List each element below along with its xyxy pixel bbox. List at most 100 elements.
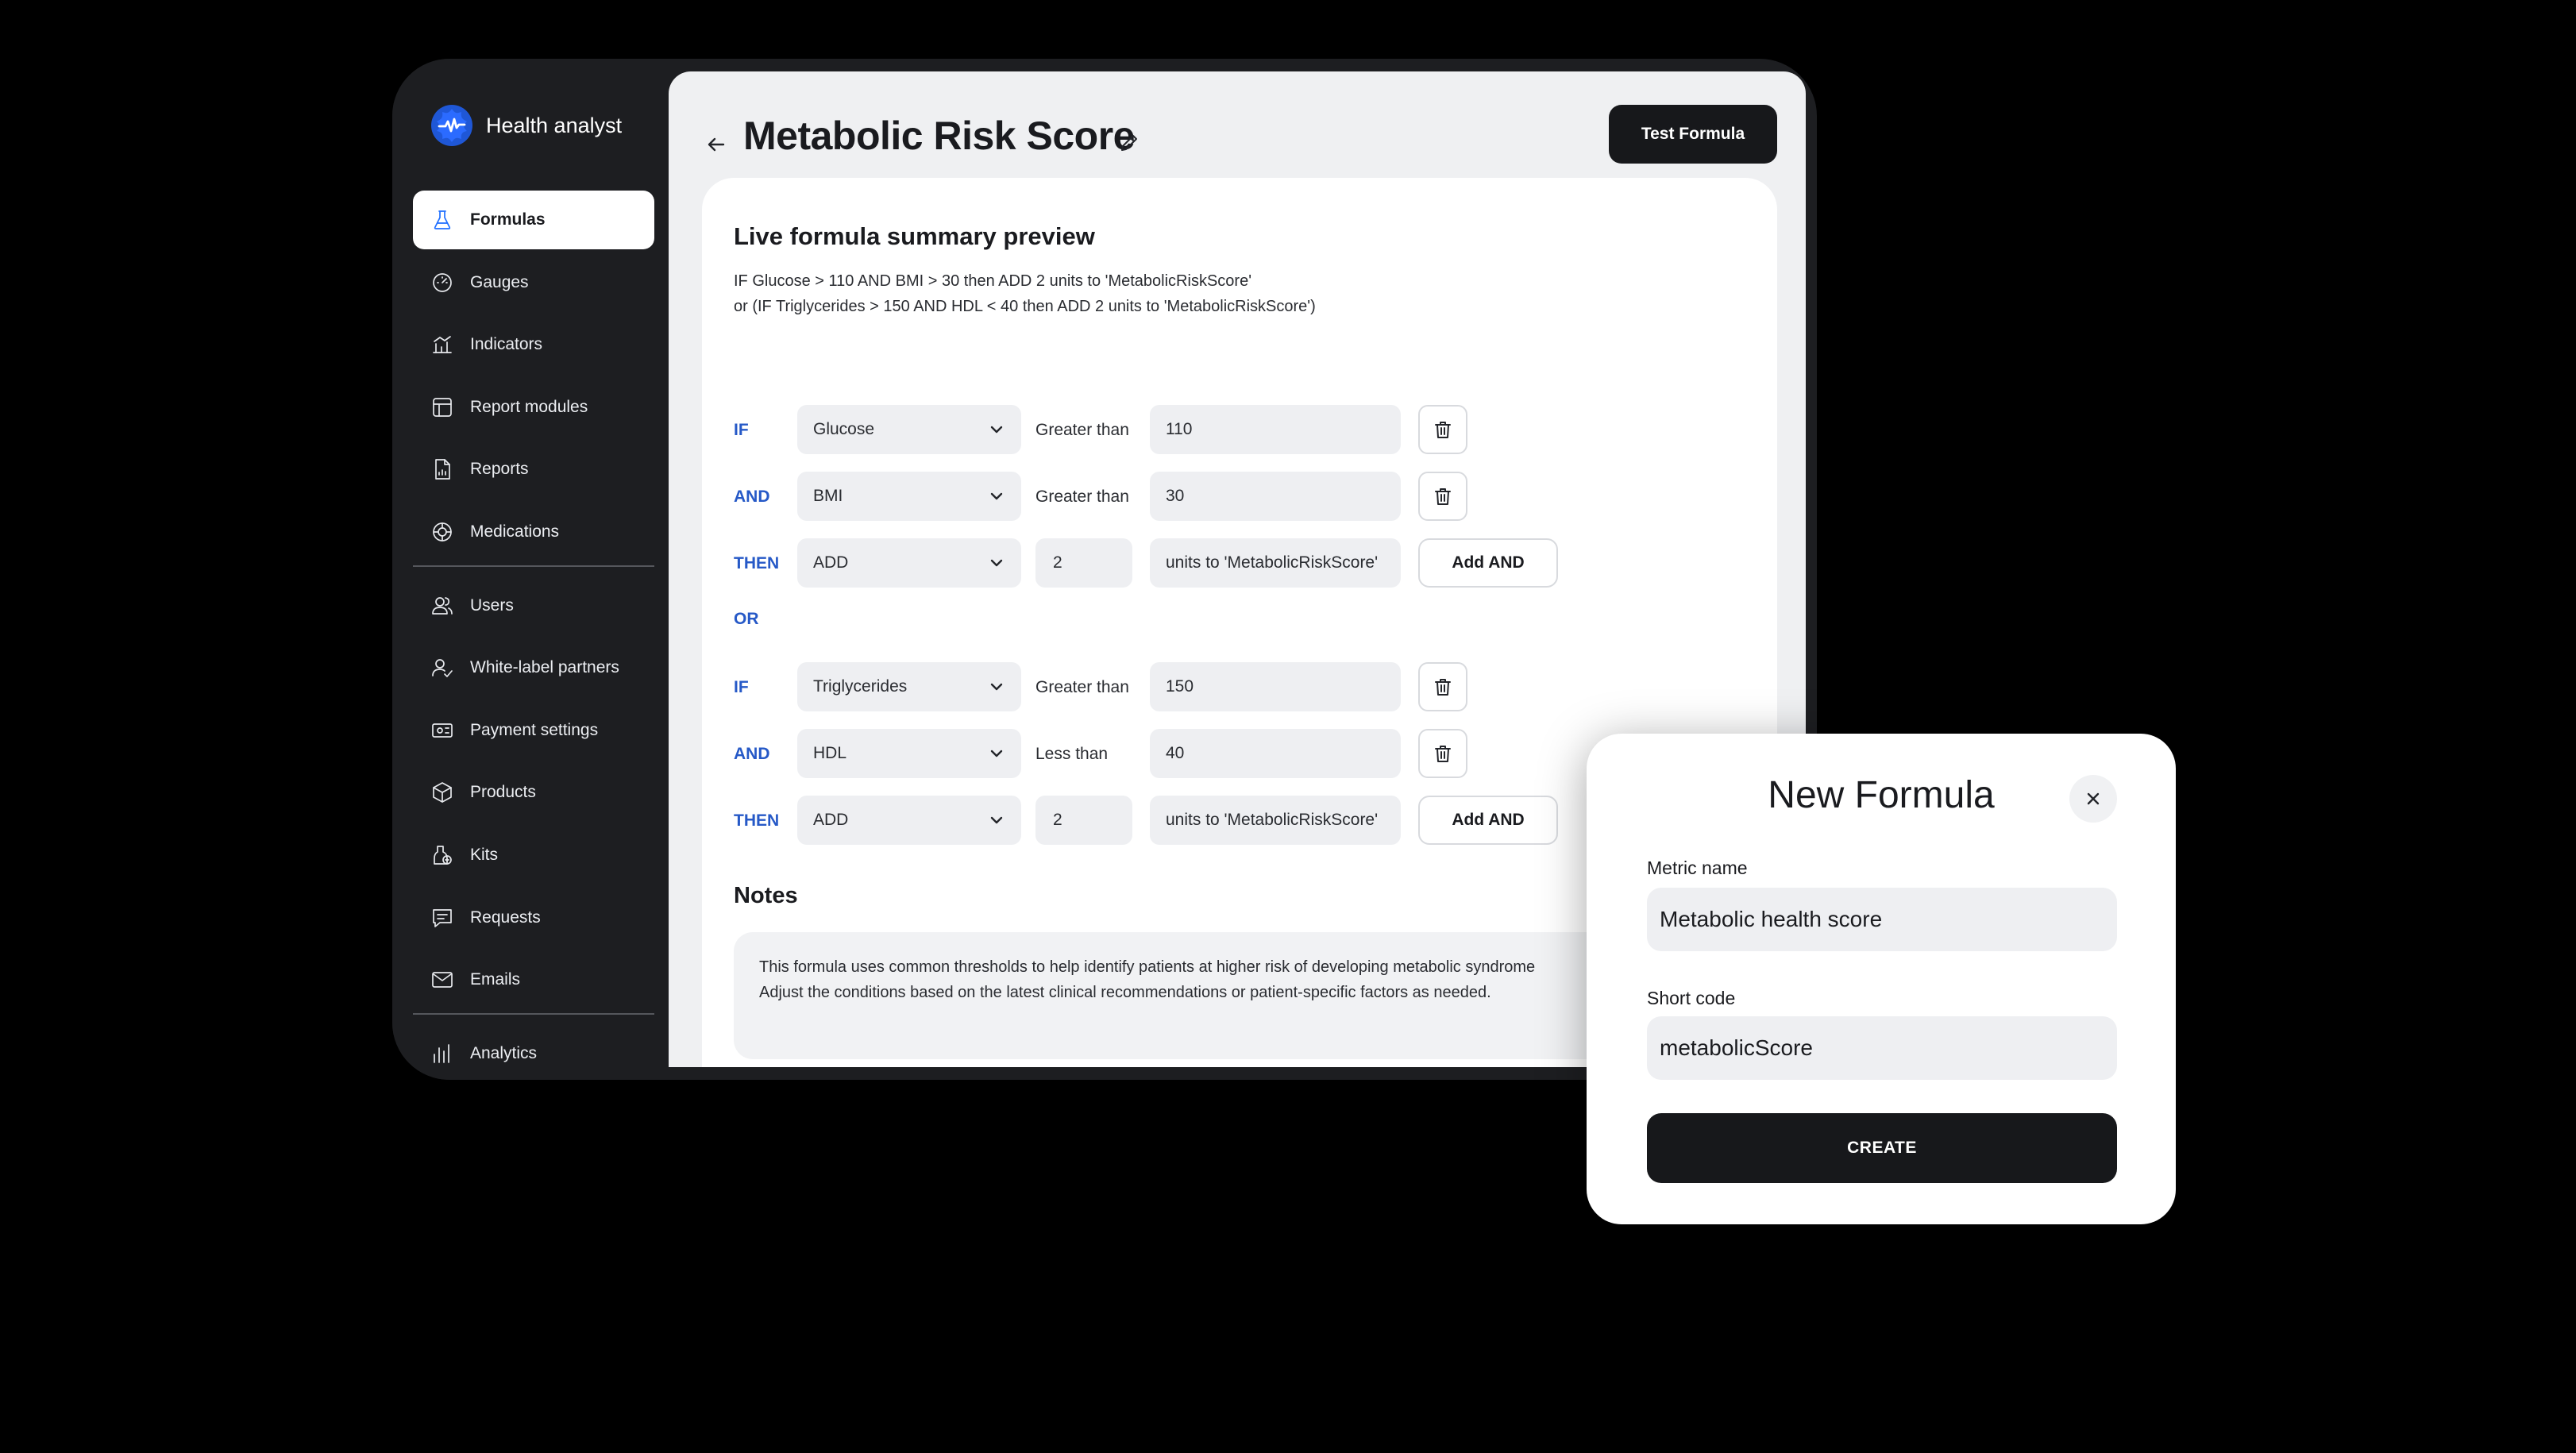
report-icon xyxy=(435,459,450,480)
mail-icon xyxy=(432,972,453,988)
select-value: ADD xyxy=(813,811,849,829)
sidebar-item-label: Users xyxy=(470,595,514,615)
payment-icon xyxy=(432,723,453,738)
sidebar-item-label: White-label partners xyxy=(470,658,619,677)
amount-input[interactable]: 2 xyxy=(1035,796,1132,845)
threshold-input[interactable]: 40 xyxy=(1150,729,1401,778)
metric-select[interactable]: BMI xyxy=(797,472,1021,521)
target-field[interactable]: units to 'MetabolicRiskScore' xyxy=(1150,538,1401,588)
logic-keyword: IF xyxy=(734,678,749,696)
add-and-button[interactable]: Add AND xyxy=(1418,796,1558,845)
chevron-down-icon xyxy=(990,750,1003,757)
flask-icon xyxy=(434,210,451,229)
trash-icon xyxy=(1435,422,1451,438)
close-icon xyxy=(2087,792,2100,805)
sidebar-item-indicators[interactable]: Indicators xyxy=(413,315,654,374)
metric-select[interactable]: Triglycerides xyxy=(797,662,1021,711)
action-select[interactable]: ADD xyxy=(797,796,1021,845)
short-code-input[interactable]: metabolicScore xyxy=(1647,1016,2117,1080)
logic-keyword: THEN xyxy=(734,811,780,830)
sidebar-item-analytics[interactable]: Analytics xyxy=(413,1024,654,1080)
sidebar-item-requests[interactable]: Requests xyxy=(413,888,654,947)
trash-icon xyxy=(1435,746,1451,762)
sidebar-nav: Formulas Gauges Indicators Report module… xyxy=(413,191,654,1080)
metric-name-input[interactable]: Metabolic health score xyxy=(1647,888,2117,951)
summary-line: or (IF Triglycerides > 150 AND HDL < 40 … xyxy=(734,298,1316,315)
sidebar-item-label: Reports xyxy=(470,460,529,479)
sidebar-item-label: Payment settings xyxy=(470,720,599,739)
summary-line: IF Glucose > 110 AND BMI > 30 then ADD 2… xyxy=(734,272,1252,290)
sidebar-item-label: Analytics xyxy=(470,1043,538,1062)
delete-condition-button[interactable] xyxy=(1418,729,1467,778)
logic-keyword: THEN xyxy=(734,554,780,572)
chevron-down-icon xyxy=(990,492,1003,500)
medication-icon xyxy=(433,522,452,542)
analytics-icon xyxy=(434,1043,449,1063)
select-value: ADD xyxy=(813,553,849,572)
threshold-input[interactable]: 110 xyxy=(1150,405,1401,454)
metric-name-label: Metric name xyxy=(1647,858,1748,878)
test-formula-button[interactable]: Test Formula xyxy=(1609,105,1777,164)
trash-icon xyxy=(1435,488,1451,505)
sidebar: Health analyst Formulas Gauges Indicator… xyxy=(392,59,669,1080)
sidebar-item-kits[interactable]: Kits xyxy=(413,826,654,885)
sidebar-item-label: Indicators xyxy=(470,335,543,354)
operator-label: Greater than xyxy=(1035,678,1129,696)
create-button[interactable]: CREATE xyxy=(1647,1113,2117,1183)
edit-title-button[interactable] xyxy=(1113,127,1145,159)
sidebar-item-report-modules[interactable]: Report modules xyxy=(413,378,654,437)
threshold-input[interactable]: 150 xyxy=(1150,662,1401,711)
brand[interactable]: Health analyst xyxy=(430,102,622,149)
operator-label: Greater than xyxy=(1035,421,1129,439)
operator-label: Less than xyxy=(1035,745,1109,763)
sidebar-item-label: Kits xyxy=(470,845,499,864)
delete-condition-button[interactable] xyxy=(1418,472,1467,521)
or-separator: OR xyxy=(734,610,759,628)
metric-select[interactable]: Glucose xyxy=(797,405,1021,454)
back-button[interactable] xyxy=(700,129,732,160)
formula-summary: IF Glucose > 110 AND BMI > 30 then ADD 2… xyxy=(734,268,1316,319)
app-name: Health analyst xyxy=(486,113,623,137)
delete-condition-button[interactable] xyxy=(1418,662,1467,711)
sidebar-item-label: Gauges xyxy=(470,272,529,291)
threshold-input[interactable]: 30 xyxy=(1150,472,1401,521)
add-and-button[interactable]: Add AND xyxy=(1418,538,1558,588)
chevron-down-icon xyxy=(990,426,1003,434)
new-formula-modal: New Formula Metric name Metabolic health… xyxy=(1587,734,2176,1224)
sidebar-item-payment-settings[interactable]: Payment settings xyxy=(413,701,654,760)
operator-label: Greater than xyxy=(1035,488,1129,506)
sidebar-divider xyxy=(413,1012,654,1015)
sidebar-item-formulas[interactable]: Formulas xyxy=(413,191,654,249)
sidebar-item-medications[interactable]: Medications xyxy=(413,503,654,561)
request-icon xyxy=(433,908,452,927)
sidebar-item-gauges[interactable]: Gauges xyxy=(413,253,654,312)
logo-icon xyxy=(431,105,472,146)
sidebar-item-reports[interactable]: Reports xyxy=(413,440,654,499)
select-value: HDL xyxy=(813,744,847,762)
sidebar-item-label: Report modules xyxy=(470,397,588,416)
delete-condition-button[interactable] xyxy=(1418,405,1467,454)
amount-input[interactable]: 2 xyxy=(1035,538,1132,588)
sidebar-item-products[interactable]: Products xyxy=(413,763,654,822)
sidebar-item-emails[interactable]: Emails xyxy=(413,950,654,1009)
layout-icon xyxy=(433,397,452,417)
sidebar-item-label: Requests xyxy=(470,908,541,927)
users-icon xyxy=(432,596,453,615)
chevron-down-icon xyxy=(990,559,1003,567)
close-button[interactable] xyxy=(2069,775,2117,823)
gauge-icon xyxy=(433,272,452,292)
sidebar-item-label: Emails xyxy=(470,970,521,989)
indicators-icon xyxy=(433,336,452,354)
logic-keyword: AND xyxy=(734,488,770,506)
metric-select[interactable]: HDL xyxy=(797,729,1021,778)
sidebar-divider xyxy=(413,565,654,567)
target-field[interactable]: units to 'MetabolicRiskScore' xyxy=(1150,796,1401,845)
short-code-label: Short code xyxy=(1647,988,1736,1008)
sidebar-item-users[interactable]: Users xyxy=(413,576,654,635)
sidebar-item-white-label-partners[interactable]: White-label partners xyxy=(413,638,654,697)
notes-title: Notes xyxy=(734,883,798,908)
select-value: Triglycerides xyxy=(813,677,908,696)
partner-icon xyxy=(432,659,453,678)
action-select[interactable]: ADD xyxy=(797,538,1021,588)
pencil-icon xyxy=(1121,135,1137,151)
